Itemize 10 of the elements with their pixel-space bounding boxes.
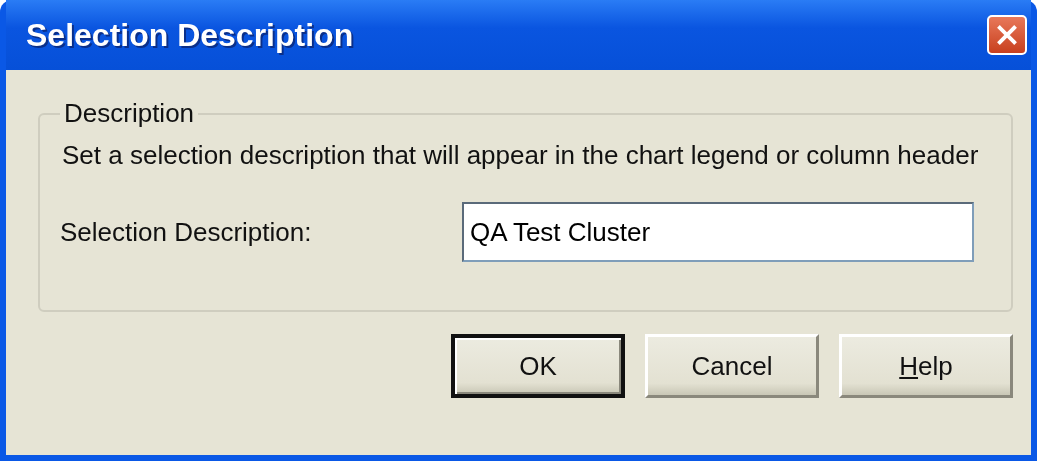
dialog-button[interactable]: Cancel [645, 334, 819, 398]
close-icon [995, 23, 1019, 47]
group-legend: Description [60, 98, 199, 129]
description-text: Set a selection description that will appear in the chart legend or column header [62, 139, 980, 172]
input-field[interactable]: QA Test Cluster [462, 202, 974, 262]
window-title: Selection Description [26, 16, 354, 54]
close-button[interactable] [987, 15, 1027, 55]
dialog-button[interactable]: Help [839, 334, 1013, 398]
field-label: Selection Description: [60, 216, 313, 248]
dialog-button[interactable]: OK [451, 334, 625, 398]
